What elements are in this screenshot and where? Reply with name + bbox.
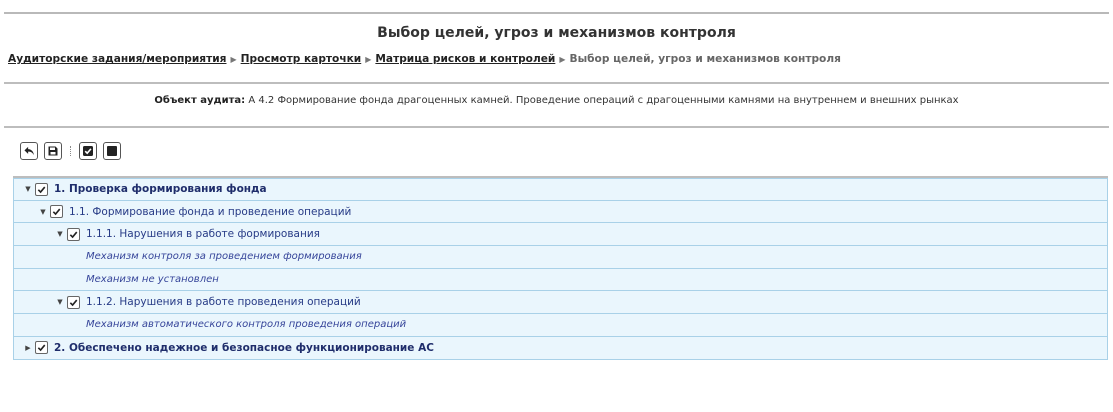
tree-row-goal-1-1[interactable]: ▼ 1.1. Формирование фонда и проведение о…	[13, 200, 1108, 224]
tree-row-label: 2. Обеспечено надежное и безопасное функ…	[54, 341, 434, 354]
expand-arrow-icon[interactable]: ▼	[38, 208, 48, 216]
expand-arrow-icon[interactable]: ▼	[55, 298, 65, 306]
tree-row-mechanism[interactable]: Механизм не установлен	[13, 268, 1108, 292]
breadcrumb-current: Выбор целей, угроз и механизмов контроля	[569, 53, 841, 65]
tree-checkbox[interactable]	[35, 341, 48, 355]
tree-checkbox[interactable]	[67, 295, 80, 309]
tree-row-label: 1.1. Формирование фонда и проведение опе…	[69, 205, 352, 218]
tree-row-label: 1. Проверка формирования фонда	[54, 183, 267, 196]
page-title: Выбор целей, угроз и механизмов контроля	[377, 25, 736, 41]
tree-row-label: 1.1.2. Нарушения в работе проведения опе…	[86, 296, 361, 309]
tree-row-label: Механизм автоматического контроля провед…	[86, 319, 407, 331]
breadcrumb-link-matrix[interactable]: Матрица рисков и контролей	[375, 53, 555, 65]
audit-object-value: А 4.2 Формирование фонда драгоценных кам…	[248, 95, 959, 106]
breadcrumb-separator-icon: ▶	[365, 55, 372, 64]
breadcrumb-link-card[interactable]: Просмотр карточки	[241, 53, 362, 65]
tree-row-label: Механизм не установлен	[86, 274, 219, 286]
save-button[interactable]	[44, 142, 62, 160]
tree-checkbox[interactable]	[50, 205, 63, 219]
audit-object-label: Объект аудита:	[154, 95, 246, 106]
tree-checkbox[interactable]	[67, 227, 80, 241]
tree-row-label: Механизм контроля за проведением формиро…	[86, 251, 362, 263]
check-all-button[interactable]	[79, 142, 97, 160]
top-divider	[4, 12, 1109, 14]
breadcrumb-link-tasks[interactable]: Аудиторские задания/мероприятия	[8, 53, 226, 65]
tree-row-threat-1-1-1[interactable]: ▼ 1.1.1. Нарушения в работе формирования	[13, 223, 1108, 247]
tree-row-goal-2[interactable]: ▶ 2. Обеспечено надежное и безопасное фу…	[13, 336, 1108, 360]
tree-row-threat-1-1-2[interactable]: ▼ 1.1.2. Нарушения в работе проведения о…	[13, 291, 1108, 315]
audit-object: Объект аудита: А 4.2 Формирование фонда …	[0, 95, 1113, 106]
checkmark-icon	[69, 299, 78, 307]
save-icon	[48, 146, 58, 156]
checkmark-icon	[69, 231, 78, 238]
tree-row-mechanism[interactable]: Механизм автоматического контроля провед…	[13, 314, 1108, 337]
checkmark-icon	[52, 208, 61, 216]
section-divider	[4, 82, 1109, 84]
expand-arrow-icon[interactable]: ▼	[23, 185, 33, 193]
breadcrumb: Аудиторские задания/мероприятия ▶ Просмотр…	[8, 53, 841, 65]
toolbar	[20, 142, 127, 160]
undo-button[interactable]	[20, 142, 38, 160]
uncheck-all-button[interactable]	[103, 142, 121, 160]
goals-tree: ▼ 1. Проверка формирования фонда ▼ 1.1. …	[13, 176, 1108, 360]
tree-row-label: 1.1.1. Нарушения в работе формирования	[86, 228, 320, 241]
uncheck-all-icon	[107, 146, 117, 156]
breadcrumb-separator-icon: ▶	[230, 55, 237, 64]
tree-row-mechanism[interactable]: Механизм контроля за проведением формиро…	[13, 246, 1108, 269]
tree-checkbox[interactable]	[35, 182, 48, 196]
expand-arrow-icon[interactable]: ▼	[55, 230, 65, 238]
section-divider	[4, 126, 1109, 128]
tree-row-goal-1[interactable]: ▼ 1. Проверка формирования фонда	[13, 178, 1108, 201]
toolbar-separator	[70, 146, 73, 156]
breadcrumb-separator-icon: ▶	[559, 55, 566, 64]
collapse-arrow-icon[interactable]: ▶	[23, 344, 33, 352]
checkmark-icon	[37, 186, 46, 194]
undo-arrow-icon	[23, 146, 34, 155]
checkmark-icon	[37, 344, 46, 352]
check-all-icon	[83, 146, 93, 156]
